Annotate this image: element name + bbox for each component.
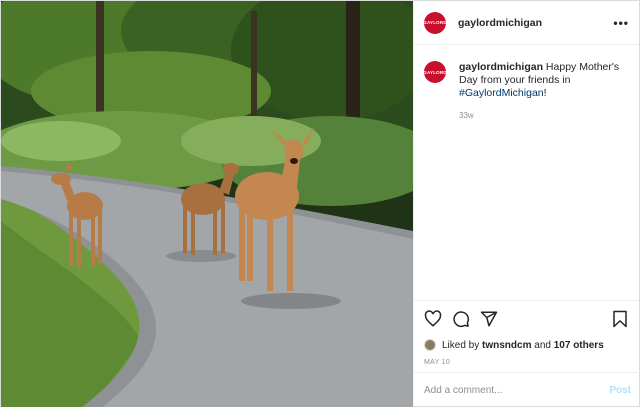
more-horizontal-icon[interactable]: ••• xyxy=(613,16,629,30)
likes-prefix: Liked by xyxy=(442,339,483,351)
comment-icon[interactable] xyxy=(452,310,470,328)
caption-avatar[interactable]: GAYLORD xyxy=(423,61,447,83)
liker-avatar[interactable] xyxy=(424,339,436,351)
avatar-logo-text: GAYLORD xyxy=(423,20,447,25)
action-icons xyxy=(424,309,629,329)
caption-hashtag[interactable]: #GaylordMichigan xyxy=(459,87,544,99)
heart-icon[interactable] xyxy=(424,310,442,328)
likes-text: Liked by twnsndcm and 107 others xyxy=(442,340,604,351)
comments-section: GAYLORD gaylordmichigan Happy Mother's D… xyxy=(414,45,639,300)
caption-body: gaylordmichigan Happy Mother's Day from … xyxy=(459,61,629,122)
post-photo[interactable] xyxy=(1,1,413,407)
account-username[interactable]: gaylordmichigan xyxy=(458,17,542,29)
likes-row: Liked by twnsndcm and 107 others xyxy=(424,339,629,351)
deer-photo-image xyxy=(1,1,413,407)
caption-age[interactable]: 33w xyxy=(459,109,629,122)
caption-username[interactable]: gaylordmichigan xyxy=(459,61,543,73)
bookmark-icon[interactable] xyxy=(611,310,629,328)
post-comment-button[interactable]: Post xyxy=(609,385,631,396)
share-icon[interactable] xyxy=(480,310,498,328)
account-avatar[interactable]: GAYLORD xyxy=(423,11,447,34)
caption-avatar-logo-text: GAYLORD xyxy=(423,69,447,75)
likes-others[interactable]: 107 others xyxy=(554,340,604,351)
caption-row: GAYLORD gaylordmichigan Happy Mother's D… xyxy=(423,61,629,122)
post-sidebar: GAYLORD gaylordmichigan ••• GAYLORD gayl… xyxy=(413,1,640,407)
comment-input[interactable] xyxy=(424,385,610,396)
instagram-post: GAYLORD gaylordmichigan ••• GAYLORD gayl… xyxy=(0,0,640,407)
comment-box: Post xyxy=(414,372,640,407)
likes-conjunction: and xyxy=(531,339,554,351)
post-header: GAYLORD gaylordmichigan ••• xyxy=(414,1,639,45)
liker-username[interactable]: twnsndcm xyxy=(482,340,531,351)
post-date[interactable]: MAY 10 xyxy=(424,359,629,366)
caption-suffix: ! xyxy=(543,87,547,99)
